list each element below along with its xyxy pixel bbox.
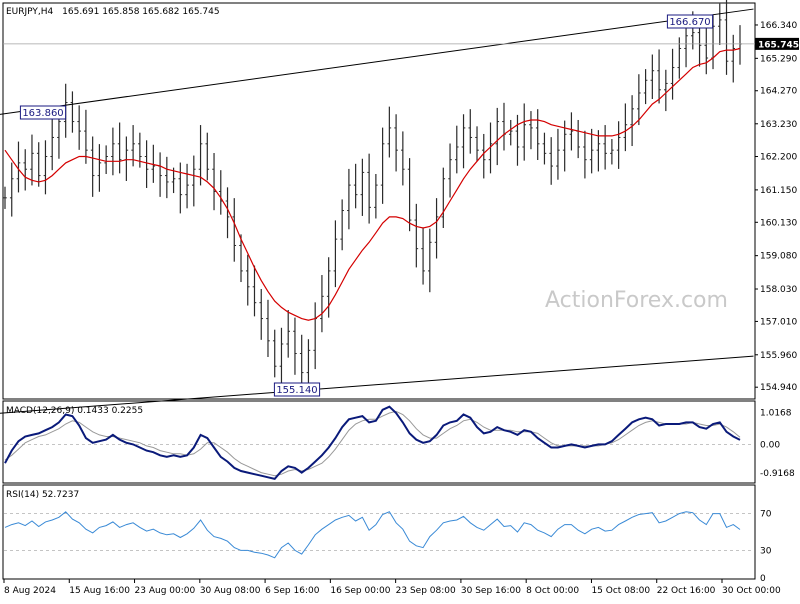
price-layer: 163.860 155.140 166.670	[0, 0, 755, 414]
macd-layer	[4, 405, 754, 481]
rsi-line	[4, 511, 741, 559]
price-axis-label: 162.200	[760, 153, 797, 163]
time-axis-label: 23 Aug 00:00	[135, 586, 196, 596]
price-axis-label: 164.270	[760, 87, 797, 97]
rsi-axis-label: 30	[760, 546, 772, 556]
rsi-panel-frame	[2, 484, 756, 580]
watermark: ActionForex.com	[545, 288, 728, 313]
chart-window: ActionForex.com 163.860 155.140 166.670 16…	[0, 0, 800, 600]
price-axis-label: 158.030	[760, 285, 797, 295]
price-axis-label: 166.340	[760, 21, 797, 31]
time-axis-label: 30 Sep 16:00	[461, 586, 521, 596]
macd-axis-label: -0.9168	[760, 469, 795, 479]
time-axis-label: 8 Aug 2024	[4, 586, 56, 596]
price-axis-label: 159.080	[760, 252, 797, 262]
time-axis-label: 15 Aug 16:00	[69, 586, 130, 596]
time-axis-label: 23 Sep 08:00	[396, 586, 456, 596]
high-label-left: 163.860	[22, 108, 63, 119]
price-axis-label: 155.960	[760, 351, 797, 361]
rsi-title: RSI(14) 52.7237	[6, 490, 79, 500]
time-axis-label: 30 Oct 00:00	[722, 586, 781, 596]
trendline-upper	[0, 8, 754, 115]
rsi-axis-label: 0	[760, 574, 766, 584]
chart-title: EURJPY,H4 165.691 165.858 165.682 165.74…	[6, 7, 220, 17]
moving-average-line	[4, 47, 741, 321]
price-panel-frame	[2, 2, 756, 400]
low-label: 155.140	[276, 385, 317, 396]
symbol-label: EURJPY,H4	[6, 7, 54, 17]
price-axis-label: 160.130	[760, 218, 797, 228]
price-axis-label: 157.010	[760, 317, 797, 327]
macd-axis-label: 1.0168	[760, 408, 792, 418]
trendline-lower	[0, 355, 754, 414]
price-axis-label: 161.150	[760, 186, 797, 196]
time-axis-label: 16 Sep 00:00	[330, 586, 390, 596]
time-axis-label: 6 Sep 16:00	[265, 586, 320, 596]
macd-title: MACD(12,26,9) 0.1433 0.2255	[6, 406, 143, 416]
price-axis-label: 154.940	[760, 383, 797, 393]
time-axis-label: 15 Oct 08:00	[591, 586, 650, 596]
rsi-layer	[4, 511, 754, 559]
macd-line	[4, 405, 741, 481]
time-axis-label: 30 Aug 08:00	[200, 586, 261, 596]
chart-canvas: ActionForex.com 163.860 155.140 166.670 16…	[0, 0, 799, 596]
rsi-axis-label: 70	[760, 510, 772, 520]
last-price-value: 165.745	[758, 40, 799, 50]
macd-axis-label: 0.00	[760, 440, 780, 450]
price-axis-label: 163.230	[760, 120, 797, 130]
time-axis-label: 22 Oct 16:00	[657, 586, 716, 596]
price-axis-label: 165.290	[760, 54, 797, 64]
high-label-right: 166.670	[669, 17, 710, 28]
time-axis-label: 8 Oct 00:00	[526, 586, 579, 596]
ohlc-readout: 165.691 165.858 165.682 165.745	[62, 7, 219, 17]
